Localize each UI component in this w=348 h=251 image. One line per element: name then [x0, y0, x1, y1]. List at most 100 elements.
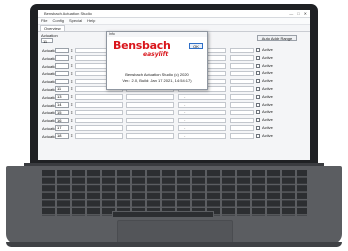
about-version: Ver.: 2.0, Build: Jan 17 2021, 14:54:17) [122, 78, 192, 83]
ok-button[interactable]: OK [189, 43, 203, 49]
active-checkbox[interactable] [256, 125, 260, 130]
row-dash: - [184, 109, 186, 115]
spin-arrows-icon[interactable]: ⇕ [70, 86, 73, 91]
table-row: Actuation 13 ⇕ - Active [38, 94, 310, 102]
active-checkbox-label: Active [262, 124, 273, 130]
active-checkbox[interactable] [256, 94, 260, 99]
row-field-2[interactable] [126, 102, 174, 108]
active-checkbox[interactable] [256, 55, 260, 60]
row-stepper[interactable] [55, 47, 69, 53]
active-checkbox[interactable] [256, 71, 260, 76]
row-field-4[interactable] [230, 94, 254, 100]
row-stepper[interactable] [55, 63, 69, 69]
row-stepper[interactable]: 11 [55, 86, 69, 92]
row-stepper[interactable]: 14 [55, 102, 69, 108]
active-checkbox[interactable] [256, 110, 260, 115]
active-checkbox-label: Active [262, 62, 273, 68]
menu-file[interactable]: File [41, 18, 47, 24]
row-stepper[interactable]: 15 [55, 109, 69, 116]
title-bar: Bensbach Actuation Studio — □ ✕ [38, 10, 310, 18]
row-field-4[interactable] [230, 78, 254, 85]
row-stepper[interactable] [55, 70, 69, 77]
row-field-4[interactable] [230, 109, 254, 116]
active-checkbox[interactable] [256, 133, 260, 138]
active-checkbox[interactable] [256, 48, 260, 52]
active-checkbox-label: Active [262, 93, 273, 99]
spin-arrows-icon[interactable]: ⇕ [70, 102, 73, 107]
row-field-2[interactable] [126, 117, 174, 124]
spin-arrows-icon[interactable]: ⇕ [70, 133, 73, 138]
row-field-1[interactable] [75, 117, 123, 124]
row-stepper[interactable] [55, 55, 69, 61]
about-copyright: Bensbach Actuation Studio (c) 2020 [125, 72, 189, 77]
menu-bar: File Config Special Help [38, 18, 310, 25]
row-field-4[interactable] [230, 55, 254, 61]
row-field-4[interactable] [230, 86, 254, 92]
spin-arrows-icon[interactable]: ⇕ [70, 71, 73, 76]
spin-arrows-icon[interactable]: ⇕ [70, 48, 73, 53]
row-field-4[interactable] [230, 117, 254, 124]
spin-arrows-icon[interactable]: ⇕ [70, 55, 73, 60]
row-field-1[interactable] [75, 102, 123, 108]
row-stepper[interactable]: 17 [55, 125, 69, 131]
row-field-1[interactable] [75, 125, 123, 131]
minimize-icon[interactable]: — [289, 11, 293, 16]
row-field-1[interactable] [75, 94, 123, 100]
menu-help[interactable]: Help [87, 18, 95, 24]
spin-arrows-icon[interactable]: ⇕ [70, 118, 73, 123]
spin-arrows-icon[interactable]: ⇕ [70, 63, 73, 68]
row-stepper[interactable] [55, 78, 69, 85]
maximize-icon[interactable]: □ [297, 11, 299, 16]
row-field-4[interactable] [230, 102, 254, 108]
active-checkbox-label: Active [262, 117, 273, 123]
row-field-4[interactable] [230, 70, 254, 77]
menu-special[interactable]: Special [69, 18, 82, 24]
row-dash: - [184, 117, 186, 123]
tab-overview[interactable]: Overview [40, 25, 65, 31]
active-checkbox[interactable] [256, 86, 260, 91]
row-field-4[interactable] [230, 63, 254, 69]
row-field-4[interactable] [230, 133, 254, 139]
row-field-2[interactable] [126, 109, 174, 116]
keyboard [42, 170, 307, 216]
row-field-1[interactable] [75, 133, 123, 139]
close-icon[interactable]: ✕ [304, 11, 307, 16]
window-controls: — □ ✕ [289, 11, 307, 16]
active-checkbox[interactable] [256, 118, 260, 123]
row-field-2[interactable] [126, 133, 174, 139]
row-field-4[interactable] [230, 125, 254, 131]
row-field-1[interactable] [75, 109, 123, 116]
table-row: Actuation 17 ⇕ - Active [38, 125, 310, 133]
dialog-title: Info [107, 32, 207, 37]
row-field-4[interactable] [230, 47, 254, 53]
row-stepper[interactable]: 16 [55, 117, 69, 124]
actuation-count-stepper[interactable]: 11 [41, 38, 53, 44]
laptop: Bensbach Actuation Studio — □ ✕ File Con… [0, 0, 348, 251]
spin-arrows-icon[interactable]: ⇕ [70, 94, 73, 99]
app-title: Bensbach Actuation Studio [44, 11, 92, 16]
spin-arrows-icon[interactable]: ⇕ [70, 79, 73, 84]
active-checkbox-label: Active [262, 101, 273, 107]
active-checkbox[interactable] [256, 79, 260, 84]
laptop-front-edge [6, 242, 342, 247]
row-stepper[interactable]: 18 [55, 133, 69, 139]
active-checkbox-label: Active [262, 85, 273, 91]
row-field-2[interactable] [126, 94, 174, 100]
spin-arrows-icon[interactable]: ⇕ [70, 110, 73, 115]
table-row: Actuation 15 ⇕ - Active [38, 109, 310, 117]
touchpad [117, 220, 233, 244]
active-checkbox[interactable] [256, 102, 260, 107]
spacebar [112, 211, 214, 218]
table-row: Actuation 18 ⇕ - Active [38, 133, 310, 141]
row-stepper[interactable]: 13 [55, 94, 69, 100]
row-field-2[interactable] [126, 125, 174, 131]
auto-addr-range-button[interactable]: Auto Addr Range [257, 35, 297, 41]
active-checkbox[interactable] [256, 63, 260, 68]
menu-config[interactable]: Config [52, 18, 64, 24]
row-dash: - [184, 101, 186, 107]
app-window: Bensbach Actuation Studio — □ ✕ File Con… [38, 10, 310, 160]
spin-arrows-icon[interactable]: ⇕ [70, 125, 73, 130]
active-checkbox-label: Active [262, 47, 273, 52]
easylift-logo: easylift [143, 51, 169, 58]
active-checkbox-label: Active [262, 54, 273, 60]
